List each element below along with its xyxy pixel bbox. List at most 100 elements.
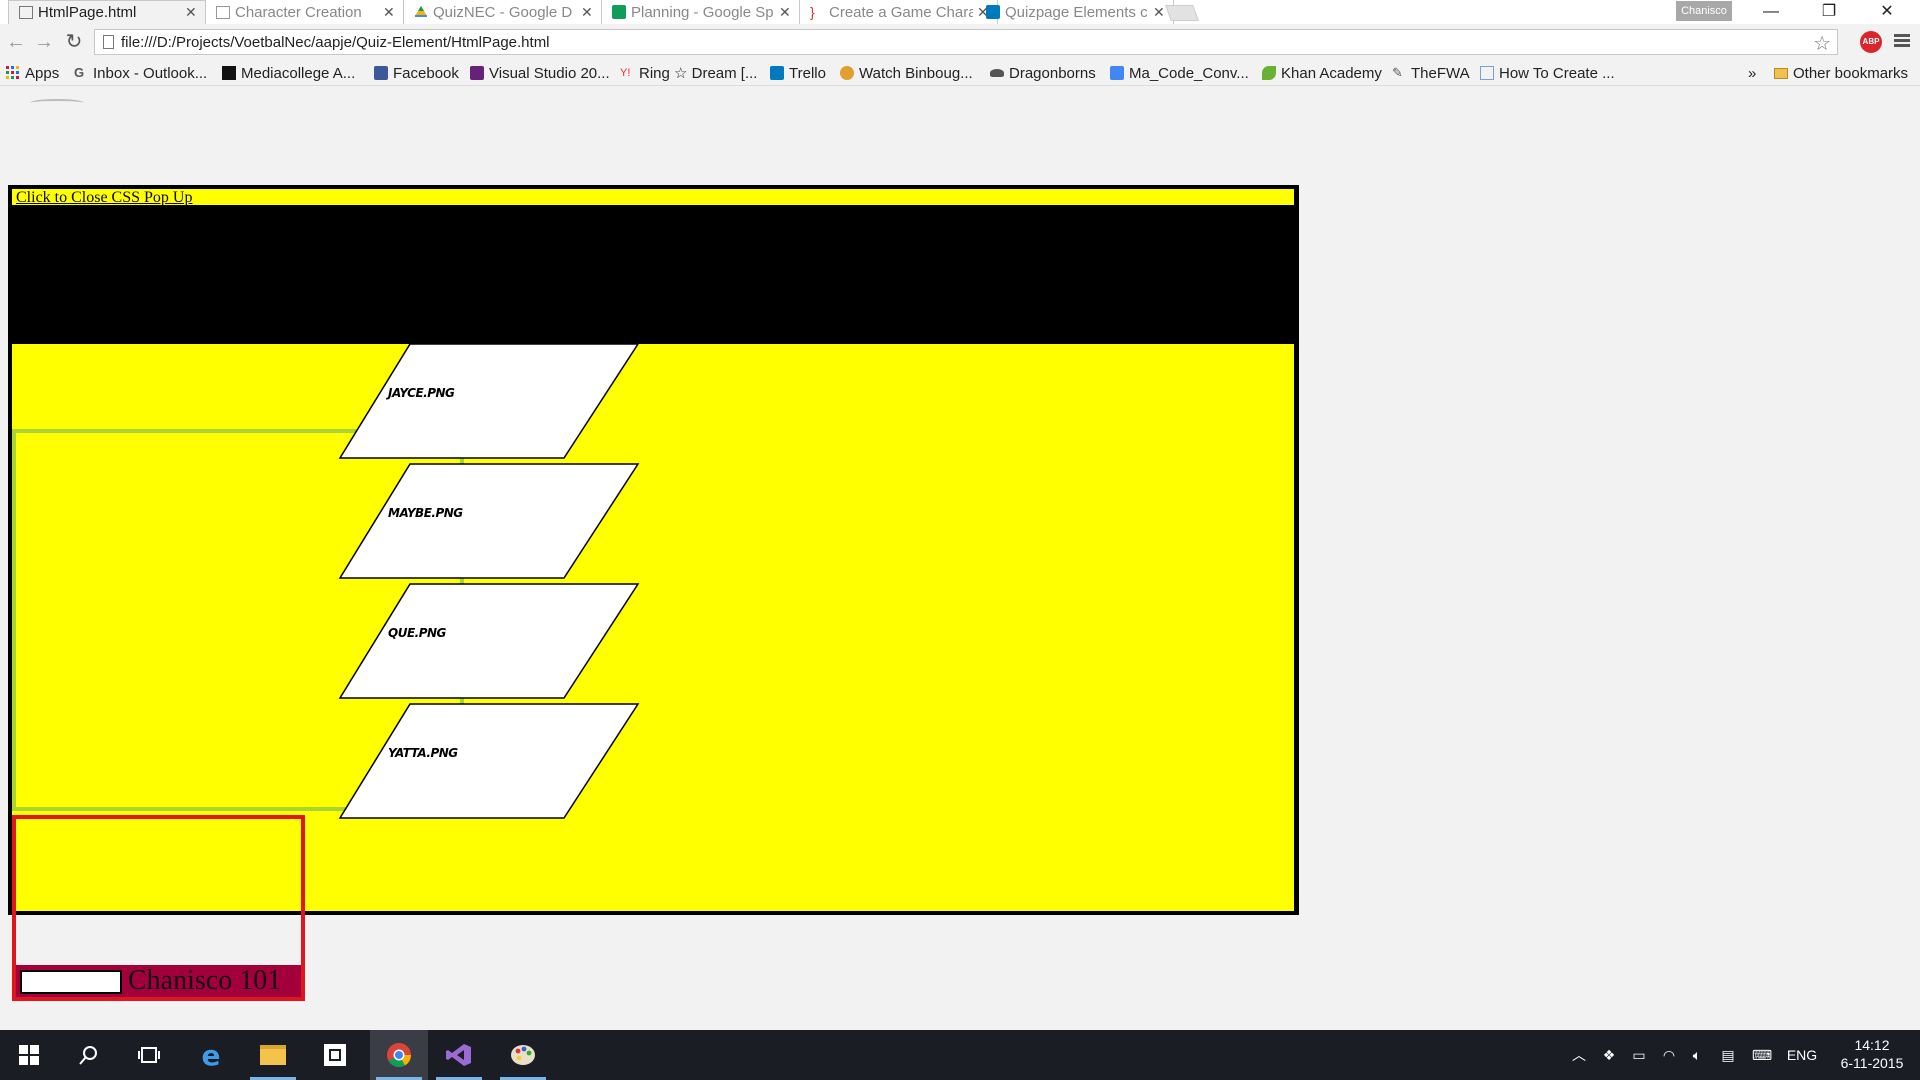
player-name-strip: Chanisco 101 [16, 965, 301, 997]
new-tab-button[interactable] [1165, 5, 1199, 21]
bookmark-inbox-outlook[interactable]: G Inbox - Outlook... [74, 63, 207, 83]
show-hidden-icons-chevron-icon[interactable]: ︿ [1566, 1030, 1592, 1080]
page-info-icon[interactable] [103, 35, 114, 49]
wifi-icon[interactable]: ◠ [1656, 1030, 1682, 1080]
option-label: MAYBE.PNG [388, 506, 463, 520]
bookmark-mediacollege[interactable]: Mediacollege A... [222, 63, 355, 83]
bookmark-watch-binboug[interactable]: Watch Binboug... [840, 63, 973, 83]
bookmark-label: Other bookmarks [1793, 64, 1909, 82]
bookmark-label: Apps [25, 64, 60, 82]
bookmark-star-icon[interactable]: ☆ [1813, 31, 1831, 56]
windows-taskbar: e ︿ ❖ ▭ ◠ 🔈︎ ▤ ⌨︎ ENG 14:12 6-11-2015 [0, 1030, 1920, 1080]
task-view-button[interactable] [120, 1030, 178, 1080]
tab-strip: HtmlPage.html ✕ Character Creation ✕ Qui… [0, 0, 1920, 24]
bookmark-site-icon [990, 69, 1004, 77]
close-popup-link[interactable]: Click to Close CSS Pop Up [16, 189, 192, 207]
page-viewport: Click to Close CSS Pop Up Chanisco 101 J… [0, 87, 1920, 1007]
bookmark-label: Facebook [393, 64, 459, 82]
player-name-input[interactable] [20, 970, 122, 994]
bookmark-site-icon [1480, 66, 1494, 80]
start-button[interactable] [0, 1030, 58, 1080]
address-bar[interactable]: ☆ [94, 29, 1838, 55]
bookmark-dragonborns[interactable]: Dragonborns [990, 63, 1096, 83]
google-docs-icon [1110, 66, 1124, 80]
adblock-icon[interactable]: ABP [1860, 31, 1882, 53]
taskbar-edge[interactable]: e [182, 1030, 240, 1080]
url-input[interactable] [121, 31, 1771, 53]
bracket-icon: } [810, 4, 815, 20]
close-icon[interactable]: ✕ [581, 4, 593, 21]
bookmark-label: Ring ☆ Dream [... [639, 65, 758, 82]
bookmark-apps[interactable]: Apps [6, 63, 59, 83]
other-bookmarks[interactable]: Other bookmarks [1774, 63, 1908, 83]
dropbox-icon[interactable]: ❖ [1596, 1030, 1622, 1080]
bookmark-khan-academy[interactable]: Khan Academy [1262, 63, 1382, 83]
taskbar-paint[interactable] [494, 1030, 552, 1080]
forward-icon[interactable]: → [32, 30, 56, 54]
chrome-menu-icon[interactable] [1894, 32, 1910, 52]
option-label: QUE.PNG [388, 626, 446, 640]
windows-logo-icon [19, 1045, 39, 1065]
bookmarks-overflow-button[interactable]: » [1748, 63, 1756, 83]
language-indicator[interactable]: ENG [1780, 1030, 1824, 1080]
volume-icon[interactable]: 🔈︎ [1684, 1030, 1710, 1080]
apps-grid-icon [6, 66, 20, 80]
bookmark-trello[interactable]: Trello [770, 63, 826, 83]
taskbar-visual-studio[interactable] [430, 1030, 488, 1080]
system-clock[interactable]: 14:12 6-11-2015 [1830, 1036, 1914, 1072]
bookmark-ma-code-conv[interactable]: Ma_Code_Conv... [1110, 63, 1249, 83]
option-card-que[interactable]: QUE.PNG [338, 582, 640, 700]
parallelogram-shape [338, 583, 640, 699]
mediacollege-icon [222, 66, 236, 80]
tab-create-game-character[interactable]: } Create a Game Chara ✕ [800, 0, 998, 24]
tab-character-creation[interactable]: Character Creation ✕ [206, 0, 404, 24]
google-sheets-icon [612, 5, 626, 19]
taskbar-file-explorer[interactable] [244, 1030, 302, 1080]
edge-icon: e [201, 1038, 221, 1072]
bookmark-label: Dragonborns [1009, 64, 1096, 82]
option-card-maybe[interactable]: MAYBE.PNG [338, 462, 640, 580]
clock-time: 14:12 [1854, 1037, 1890, 1053]
bookmark-label: Ma_Code_Conv... [1129, 64, 1249, 82]
close-icon[interactable]: ✕ [1153, 4, 1165, 21]
taskbar-chrome[interactable] [370, 1030, 428, 1080]
close-icon[interactable]: ✕ [185, 4, 197, 21]
clock-date: 6-11-2015 [1840, 1055, 1904, 1071]
player-name-label: Chanisco 101 [128, 965, 282, 996]
tab-quiznec[interactable]: QuizNEC - Google D ✕ [404, 0, 602, 24]
profile-button[interactable]: Chanisco [1676, 1, 1732, 21]
reload-icon[interactable]: ↻ [62, 30, 86, 54]
parallelogram-shape [338, 343, 640, 459]
battery-icon[interactable]: ▭ [1626, 1030, 1652, 1080]
minimize-icon[interactable]: — [1742, 0, 1800, 24]
bookmark-facebook[interactable]: Facebook [374, 63, 459, 83]
option-card-yatta[interactable]: YATTA.PNG [338, 702, 640, 820]
bookmark-label: How To Create ... [1499, 64, 1615, 82]
keyboard-icon[interactable]: ⌨︎ [1746, 1030, 1778, 1080]
google-icon: G [74, 65, 85, 80]
close-icon[interactable]: ✕ [779, 4, 791, 21]
bookmark-label: Visual Studio 20... [489, 64, 610, 82]
parallelogram-shape [338, 463, 640, 579]
tab-quizpage-elements[interactable]: Quizpage Elements c ✕ [976, 0, 1174, 24]
search-button[interactable] [60, 1030, 118, 1080]
bookmark-thefwa[interactable]: ✎ TheFWA [1392, 63, 1470, 83]
page-icon [216, 5, 230, 19]
tab-htmlpage[interactable]: HtmlPage.html ✕ [8, 0, 206, 24]
chrome-icon [387, 1043, 411, 1068]
bookmark-visual-studio[interactable]: Visual Studio 20... [470, 63, 610, 83]
taskbar-store[interactable] [306, 1030, 364, 1080]
action-center-icon[interactable]: ▤ [1714, 1030, 1742, 1080]
bookmark-label: Khan Academy [1281, 64, 1382, 82]
tab-label: Quizpage Elements c [1005, 3, 1148, 21]
bookmark-ring-dream[interactable]: Y! Ring ☆ Dream [... [620, 63, 757, 83]
back-icon[interactable]: ← [4, 30, 28, 54]
close-window-icon[interactable]: ✕ [1858, 0, 1916, 24]
bookmark-how-to-create[interactable]: How To Create ... [1480, 63, 1615, 83]
option-card-jayce[interactable]: JAYCE.PNG [338, 342, 640, 460]
tab-label: Character Creation [235, 3, 362, 21]
restore-icon[interactable]: ❐ [1800, 0, 1858, 24]
tab-planning[interactable]: Planning - Google Sp ✕ [602, 0, 800, 24]
close-icon[interactable]: ✕ [383, 4, 395, 21]
google-drive-icon [414, 5, 428, 19]
